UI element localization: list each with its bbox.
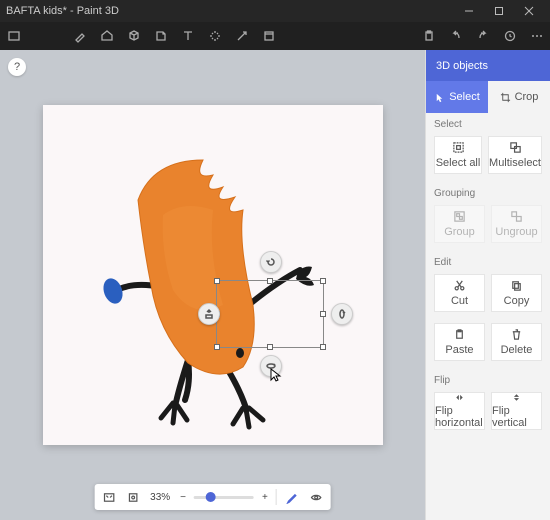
cursor-icon (270, 368, 282, 383)
ungroup-icon (510, 210, 523, 223)
cut-button[interactable]: Cut (434, 274, 485, 312)
resize-handle[interactable] (267, 344, 273, 350)
flip-horizontal-button[interactable]: Flip horizontal (434, 392, 485, 430)
delete-icon (510, 328, 523, 341)
maximize-button[interactable] (484, 0, 514, 22)
help-button[interactable]: ? (8, 58, 26, 76)
flip-vertical-button[interactable]: Flip vertical (491, 392, 542, 430)
sidebar-header: 3D objects (426, 50, 550, 81)
section-label-grouping: Grouping (426, 182, 550, 202)
multiselect-icon (509, 141, 522, 154)
section-label-select: Select (426, 113, 550, 133)
multiselect-button[interactable]: Multiselect (488, 136, 542, 174)
edit-mode-button[interactable] (283, 488, 301, 506)
copy-icon (510, 279, 523, 292)
section-label-flip: Flip (426, 369, 550, 389)
text-tool[interactable] (175, 22, 202, 50)
ungroup-button: Ungroup (491, 205, 542, 243)
selection-box[interactable] (216, 280, 324, 348)
resize-handle[interactable] (214, 278, 220, 284)
select-all-button[interactable]: Select all (434, 136, 482, 174)
delete-button[interactable]: Delete (491, 323, 542, 361)
titlebar: BAFTA kids* - Paint 3D (0, 0, 550, 22)
zoom-out-button[interactable]: − (180, 492, 186, 503)
app-body: ? (0, 50, 550, 520)
rotate-y-handle[interactable] (331, 303, 353, 325)
z-position-handle[interactable] (198, 303, 220, 325)
view-mode-button[interactable] (307, 488, 325, 506)
resize-handle[interactable] (320, 311, 326, 317)
section-label-edit: Edit (426, 251, 550, 271)
2d-shapes-tool[interactable] (94, 22, 121, 50)
brushes-tool[interactable] (67, 22, 94, 50)
sidebar-tabs: Select Crop (426, 81, 550, 113)
tab-crop[interactable]: Crop (488, 81, 550, 113)
effects-tool[interactable] (202, 22, 229, 50)
minimize-button[interactable] (454, 0, 484, 22)
more-button[interactable] (523, 22, 550, 50)
redo-button[interactable] (469, 22, 496, 50)
actual-size-button[interactable] (124, 488, 142, 506)
menu-expand-button[interactable] (0, 22, 27, 50)
sidebar: 3D objects Select Crop Select Select all (425, 50, 550, 520)
tab-select[interactable]: Select (426, 81, 488, 113)
paste-button[interactable] (415, 22, 442, 50)
crop-icon (500, 92, 511, 103)
select-icon (434, 92, 445, 103)
undo-button[interactable] (442, 22, 469, 50)
zoom-slider-thumb[interactable] (206, 492, 216, 502)
3d-shapes-tool[interactable] (121, 22, 148, 50)
history-button[interactable] (496, 22, 523, 50)
flip-vertical-icon (510, 393, 523, 402)
zoom-slider[interactable] (194, 496, 254, 499)
paste-icon (453, 328, 466, 341)
copy-button[interactable]: Copy (491, 274, 542, 312)
close-button[interactable] (514, 0, 544, 22)
resize-handle[interactable] (214, 344, 220, 350)
3d-library-tool[interactable] (256, 22, 283, 50)
app-title: BAFTA kids* - Paint 3D (6, 5, 119, 17)
app-window: BAFTA kids* - Paint 3D ? (0, 0, 550, 520)
fit-view-button[interactable] (100, 488, 118, 506)
group-button: Group (434, 205, 485, 243)
resize-handle[interactable] (320, 344, 326, 350)
resize-handle[interactable] (320, 278, 326, 284)
canvas[interactable] (43, 105, 383, 445)
zoom-in-button[interactable]: + (262, 492, 268, 503)
resize-handle[interactable] (267, 278, 273, 284)
flip-horizontal-icon (453, 393, 466, 402)
select-all-icon (452, 141, 465, 154)
canvas-tool[interactable] (229, 22, 256, 50)
zoom-value: 33% (150, 492, 170, 503)
rotate-z-handle[interactable] (260, 251, 282, 273)
group-icon (453, 210, 466, 223)
paste-card-button[interactable]: Paste (434, 323, 485, 361)
cut-icon (453, 279, 466, 292)
toolbar (0, 22, 550, 50)
canvas-artwork (43, 105, 383, 445)
bottom-bar: 33% − + (94, 484, 331, 510)
stickers-tool[interactable] (148, 22, 175, 50)
canvas-area[interactable]: ? (0, 50, 425, 520)
